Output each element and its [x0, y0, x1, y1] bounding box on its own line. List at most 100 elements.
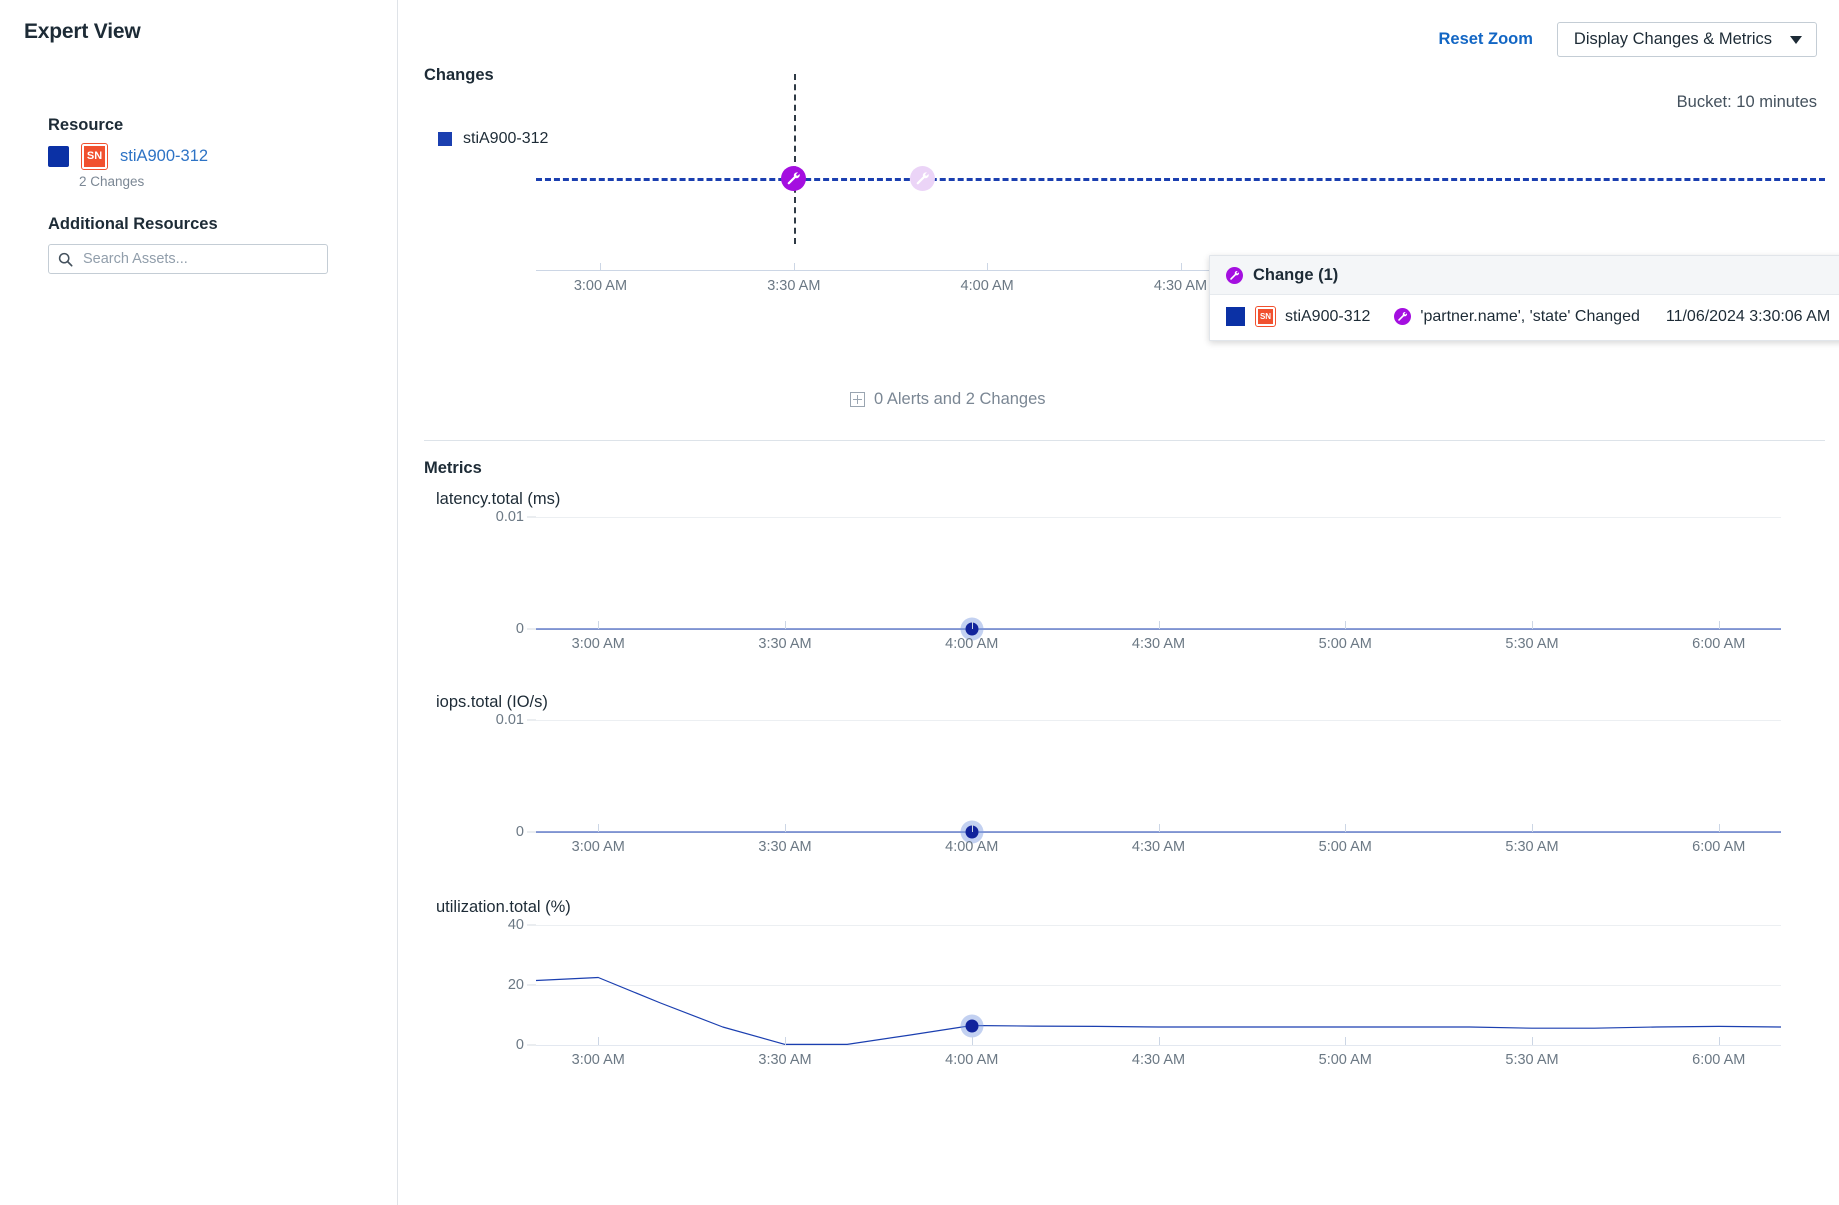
x-tick-label: 4:00 AM	[945, 839, 998, 855]
y-tick-mark	[527, 1045, 536, 1046]
x-tick-mark	[1159, 621, 1160, 629]
changes-baseline	[536, 178, 1825, 181]
x-tick-label: 5:30 AM	[1505, 636, 1558, 652]
wrench-icon	[915, 171, 930, 186]
x-tick-label: 4:30 AM	[1132, 636, 1185, 652]
x-tick-mark	[785, 1037, 786, 1045]
x-tick-mark	[1345, 1037, 1346, 1045]
tooltip-series-swatch	[1226, 307, 1245, 326]
tooltip-timestamp: 11/06/2024 3:30:06 AM	[1666, 308, 1830, 326]
x-tick-mark	[987, 263, 988, 271]
metric-plot-area[interactable]: 00.01	[536, 517, 1781, 629]
x-tick-label: 6:00 AM	[1692, 1052, 1745, 1068]
x-tick-mark	[1719, 824, 1720, 832]
x-tick-mark	[972, 824, 973, 832]
x-tick-mark	[1532, 621, 1533, 629]
y-tick-mark	[527, 925, 536, 926]
x-tick-mark	[1532, 1037, 1533, 1045]
x-tick-label: 4:00 AM	[961, 278, 1014, 294]
chart-toolbar: Reset Zoom Display Changes & Metrics	[1438, 22, 1817, 57]
display-mode-select[interactable]: Display Changes & Metrics	[1557, 22, 1817, 57]
x-tick-label: 3:30 AM	[767, 278, 820, 294]
x-tick-mark	[1159, 824, 1160, 832]
x-tick-label: 3:00 AM	[572, 839, 625, 855]
y-tick-mark	[527, 517, 536, 518]
x-tick-label: 4:30 AM	[1132, 1052, 1185, 1068]
alerts-changes-label: 0 Alerts and 2 Changes	[874, 390, 1046, 409]
x-tick-mark	[972, 1037, 973, 1045]
metric-plot-area[interactable]: 00.01	[536, 720, 1781, 832]
metric-plot-area[interactable]: 02040	[536, 925, 1781, 1045]
changes-section-title: Changes	[424, 66, 494, 85]
x-tick-mark	[1719, 621, 1720, 629]
y-tick-label: 40	[508, 917, 524, 933]
change-marker-1[interactable]	[781, 166, 806, 191]
changes-legend-item[interactable]: stiA900-312	[438, 130, 548, 148]
x-tick-mark	[1345, 824, 1346, 832]
x-tick-label: 5:00 AM	[1319, 636, 1372, 652]
metric-chart: utilization.total (%)020403:00 AM3:30 AM…	[398, 898, 1839, 1058]
metric-chart-title: iops.total (IO/s)	[436, 693, 548, 712]
y-tick-mark	[527, 985, 536, 986]
x-tick-label: 4:00 AM	[945, 636, 998, 652]
metrics-section-title: Metrics	[424, 459, 482, 478]
reset-zoom-button[interactable]: Reset Zoom	[1438, 30, 1532, 49]
y-tick-mark	[527, 832, 536, 833]
y-tick-label: 20	[508, 977, 524, 993]
tooltip-row: SN stiA900-312 'partner.name', 'state' C…	[1210, 295, 1839, 340]
x-tick-label: 5:30 AM	[1505, 1052, 1558, 1068]
alerts-changes-expander[interactable]: 0 Alerts and 2 Changes	[850, 390, 1046, 409]
x-tick-mark	[785, 824, 786, 832]
x-tick-label: 3:00 AM	[572, 1052, 625, 1068]
page-title: Expert View	[0, 0, 397, 44]
search-assets-box[interactable]	[48, 244, 328, 274]
metric-chart: iops.total (IO/s)00.013:00 AM3:30 AM4:00…	[398, 693, 1839, 848]
search-input[interactable]	[81, 250, 318, 268]
x-tick-label: 5:00 AM	[1319, 1052, 1372, 1068]
x-tick-label: 3:00 AM	[572, 636, 625, 652]
y-tick-label: 0	[516, 621, 524, 637]
change-marker-2[interactable]	[910, 166, 935, 191]
x-tick-label: 3:00 AM	[574, 278, 627, 294]
change-tooltip: Change (1) SN stiA900-312 'partner.name'…	[1209, 255, 1839, 341]
main-content: Reset Zoom Display Changes & Metrics Cha…	[398, 0, 1839, 1205]
metric-series-line	[536, 720, 1781, 832]
y-tick-mark	[527, 720, 536, 721]
chevron-down-icon	[1790, 36, 1802, 44]
wrench-icon	[786, 171, 801, 186]
metric-chart-title: utilization.total (%)	[436, 898, 571, 917]
x-tick-mark	[1719, 1037, 1720, 1045]
resource-section-label: Resource	[48, 116, 397, 135]
x-tick-label: 5:30 AM	[1505, 839, 1558, 855]
wrench-icon	[1226, 267, 1243, 284]
x-tick-label: 4:00 AM	[945, 1052, 998, 1068]
point-dot	[965, 1019, 978, 1032]
search-icon	[58, 252, 73, 267]
changes-plot-area[interactable]	[536, 110, 1825, 270]
servicenow-badge-icon: SN	[82, 144, 107, 169]
x-tick-label: 6:00 AM	[1692, 839, 1745, 855]
x-tick-mark	[600, 263, 601, 271]
x-tick-mark	[1345, 621, 1346, 629]
legend-color-swatch	[438, 132, 452, 146]
expert-view-page: Expert View Resource SN stiA900-312 2 Ch…	[0, 0, 1839, 1205]
resource-link[interactable]: stiA900-312	[120, 147, 208, 166]
x-tick-label: 3:30 AM	[758, 636, 811, 652]
resource-changes-count: 2 Changes	[79, 174, 397, 189]
resource-item[interactable]: SN stiA900-312	[48, 144, 397, 169]
y-tick-mark	[527, 629, 536, 630]
section-divider	[424, 440, 1825, 441]
x-tick-label: 3:30 AM	[758, 1052, 811, 1068]
metric-series-line	[536, 517, 1781, 629]
servicenow-badge-icon: SN	[1256, 307, 1275, 326]
x-tick-label: 5:00 AM	[1319, 839, 1372, 855]
series-color-swatch	[48, 146, 69, 167]
y-tick-label: 0	[516, 1037, 524, 1053]
tooltip-header: Change (1)	[1210, 256, 1839, 295]
wrench-icon	[1394, 308, 1411, 325]
sidebar: Expert View Resource SN stiA900-312 2 Ch…	[0, 0, 398, 1205]
x-tick-mark	[598, 621, 599, 629]
tooltip-resource-name: stiA900-312	[1285, 308, 1370, 326]
x-tick-mark	[1159, 1037, 1160, 1045]
metric-highlight-point[interactable]	[960, 1014, 983, 1037]
